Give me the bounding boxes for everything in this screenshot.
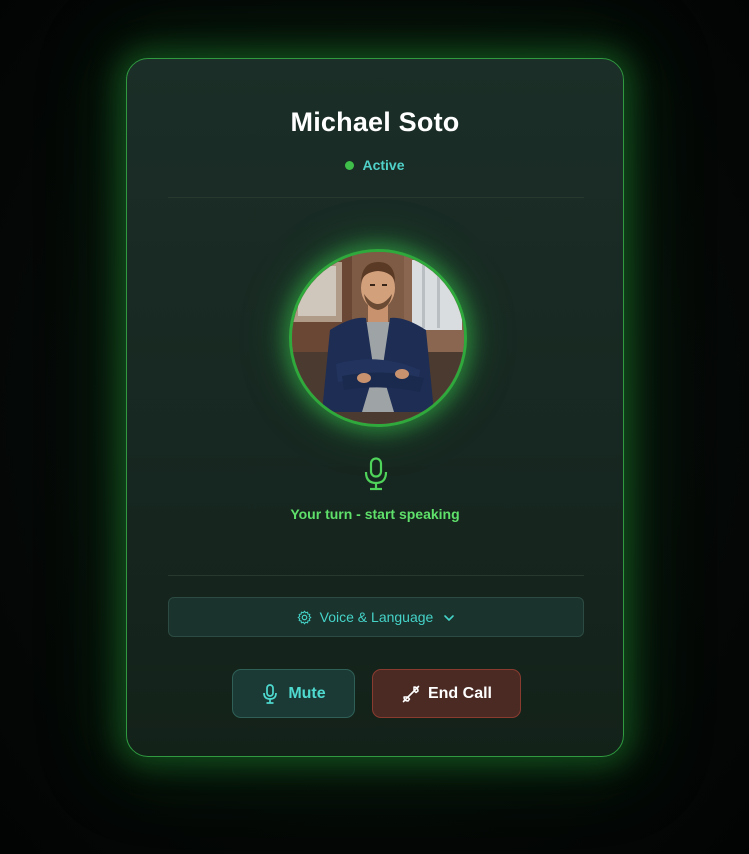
status-text: Active [362, 157, 405, 173]
call-card: Michael Soto Active Your turn - start sp… [126, 58, 624, 757]
end-call-label: End Call [427, 684, 492, 702]
app-background: Michael Soto Active Your turn - start sp… [0, 0, 749, 854]
avatar-photo [292, 252, 464, 424]
chevron-down-icon [443, 611, 455, 623]
microphone-icon [363, 457, 389, 491]
voice-language-label: Voice & Language [319, 609, 434, 625]
end-call-button[interactable]: End Call [372, 669, 521, 718]
status-dot [345, 160, 355, 170]
divider [168, 197, 584, 198]
mute-button[interactable]: Mute [232, 669, 355, 718]
avatar [289, 249, 467, 427]
mute-label: Mute [288, 684, 326, 702]
status-indicator: Active [127, 157, 623, 173]
turn-prompt: Your turn - start speaking [290, 506, 460, 522]
gear-icon [297, 610, 312, 625]
divider [168, 575, 584, 576]
microphone-icon [261, 683, 279, 704]
contact-name: Michael Soto [290, 107, 460, 137]
voice-language-dropdown[interactable]: Voice & Language [168, 597, 584, 637]
phone-off-icon [401, 684, 420, 704]
